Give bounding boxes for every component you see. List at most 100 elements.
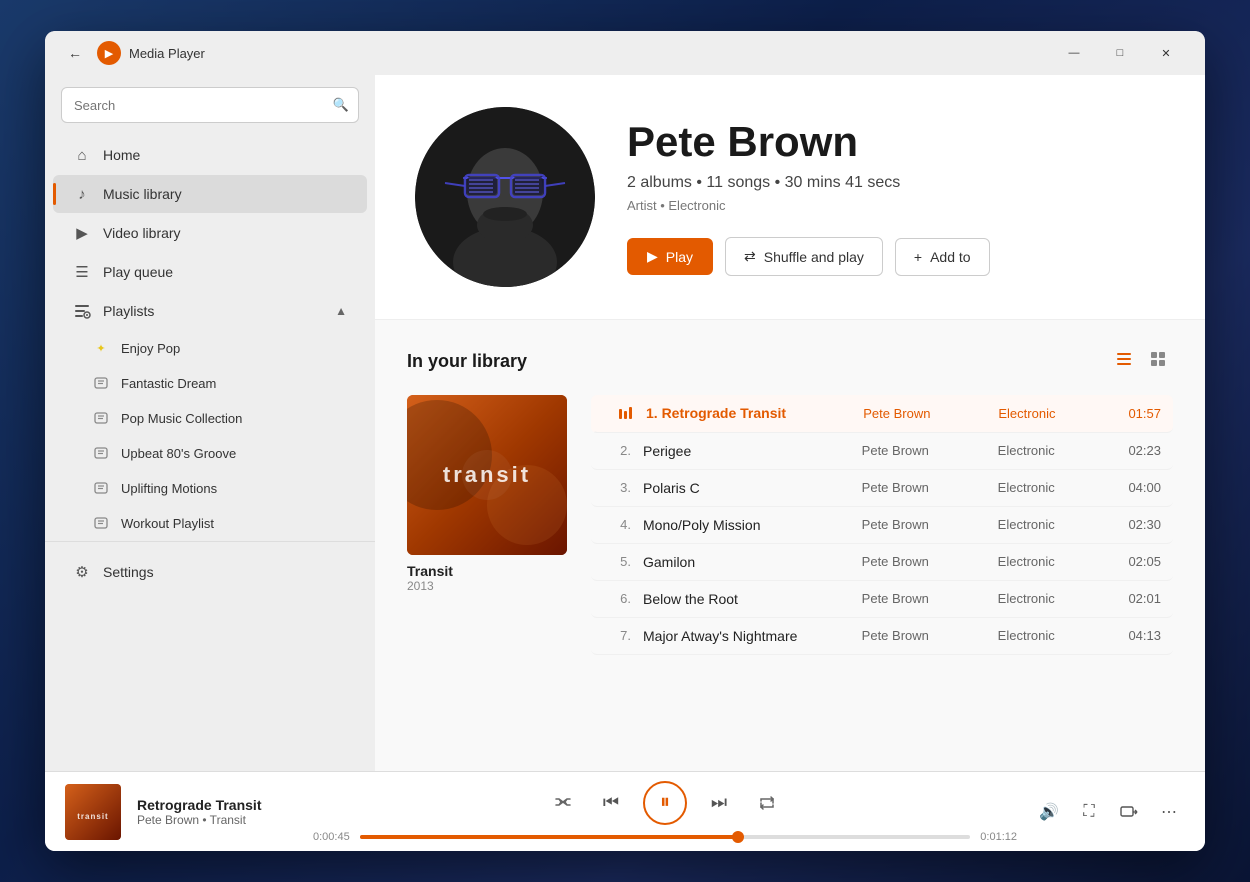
- svg-text:transit: transit: [77, 812, 108, 821]
- sidebar-item-uplifting-label: Uplifting Motions: [121, 481, 217, 496]
- sidebar-item-play-queue[interactable]: ☰ Play queue: [53, 253, 367, 291]
- now-playing-title: Retrograde Transit: [137, 797, 297, 813]
- table-row[interactable]: 1. Retrograde Transit Pete Brown Electro…: [591, 395, 1173, 433]
- sidebar-item-enjoy-pop[interactable]: ✦ Enjoy Pop: [73, 331, 367, 365]
- repeat-icon: [758, 794, 776, 812]
- repeat-button[interactable]: [751, 787, 783, 819]
- playlist-item-icon-4: [93, 445, 109, 461]
- sidebar-item-queue-label: Play queue: [103, 264, 347, 280]
- playlist-item-icon-2: [93, 375, 109, 391]
- playlist-item-icon: ✦: [93, 340, 109, 356]
- settings-section: ⚙ Settings: [45, 541, 375, 602]
- view-controls: [1109, 344, 1173, 379]
- fullscreen-button[interactable]: ⛶: [1073, 796, 1105, 828]
- sidebar-item-fantastic-dream-label: Fantastic Dream: [121, 376, 216, 391]
- track-duration: 04:00: [1113, 480, 1161, 495]
- track-artist: Pete Brown: [862, 517, 986, 532]
- player-extras: 🔊 ⛶ ⋯: [1033, 796, 1185, 828]
- sidebar-item-pop-music-label: Pop Music Collection: [121, 411, 242, 426]
- cast-button[interactable]: [1113, 796, 1145, 828]
- grid-view-button[interactable]: [1143, 344, 1173, 379]
- track-duration: 02:23: [1113, 443, 1161, 458]
- app-title: Media Player: [129, 46, 205, 61]
- previous-button[interactable]: ⏮: [595, 787, 627, 819]
- next-button[interactable]: ⏭: [703, 787, 735, 819]
- chevron-up-icon: ▲: [335, 304, 347, 318]
- playlist-item-icon-3: [93, 410, 109, 426]
- volume-icon: 🔊: [1039, 802, 1059, 822]
- artist-header: Pete Brown 2 albums • 11 songs • 30 mins…: [375, 75, 1205, 320]
- sidebar-item-workout[interactable]: Workout Playlist: [73, 506, 367, 540]
- track-genre: Electronic: [998, 628, 1101, 643]
- minimize-button[interactable]: —: [1051, 37, 1097, 69]
- more-options-button[interactable]: ⋯: [1153, 796, 1185, 828]
- shuffle-ctrl-icon: [554, 794, 572, 812]
- track-name: Perigee: [643, 443, 850, 459]
- track-num: 2.: [603, 443, 631, 458]
- shuffle-ctrl-button[interactable]: [547, 787, 579, 819]
- table-row[interactable]: 5. Gamilon Pete Brown Electronic 02:05: [591, 544, 1173, 581]
- artist-image: [415, 107, 595, 287]
- volume-button[interactable]: 🔊: [1033, 796, 1065, 828]
- grid-view-icon: [1149, 350, 1167, 373]
- table-row[interactable]: 6. Below the Root Pete Brown Electronic …: [591, 581, 1173, 618]
- now-playing-bar: transit Retrograde Transit Pete Brown • …: [45, 771, 1205, 851]
- now-playing-artist: Pete Brown • Transit: [137, 813, 297, 827]
- list-view-button[interactable]: [1109, 344, 1139, 379]
- table-row[interactable]: 4. Mono/Poly Mission Pete Brown Electron…: [591, 507, 1173, 544]
- queue-icon: ☰: [73, 263, 91, 281]
- more-options-icon: ⋯: [1161, 802, 1177, 822]
- pause-button[interactable]: ⏸: [643, 781, 687, 825]
- track-artist: Pete Brown: [863, 406, 986, 421]
- sidebar-item-video-library[interactable]: ▶ Video library: [53, 214, 367, 252]
- cast-icon: [1120, 803, 1138, 821]
- artist-meta: 2 albums • 11 songs • 30 mins 41 secs: [627, 174, 1165, 192]
- track-name: 1. Retrograde Transit: [646, 405, 851, 421]
- progress-track[interactable]: [360, 835, 971, 839]
- track-artist: Pete Brown: [862, 628, 986, 643]
- sidebar-item-workout-label: Workout Playlist: [121, 516, 214, 531]
- add-icon: +: [914, 249, 922, 265]
- track-num: 5.: [603, 554, 631, 569]
- track-genre: Electronic: [998, 517, 1101, 532]
- table-row[interactable]: 7. Major Atway's Nightmare Pete Brown El…: [591, 618, 1173, 655]
- play-button[interactable]: ▶ Play: [627, 238, 713, 275]
- table-row[interactable]: 2. Perigee Pete Brown Electronic 02:23: [591, 433, 1173, 470]
- add-to-button[interactable]: + Add to: [895, 238, 990, 276]
- content-area: Pete Brown 2 albums • 11 songs • 30 mins…: [375, 75, 1205, 771]
- track-genre: Electronic: [998, 443, 1101, 458]
- sidebar-item-upbeat[interactable]: Upbeat 80's Groove: [73, 436, 367, 470]
- sidebar-nav: ⌂ Home ♪ Music library ▶ Video library ☰…: [45, 135, 375, 771]
- settings-icon: ⚙: [73, 563, 91, 581]
- sidebar-item-settings[interactable]: ⚙ Settings: [53, 553, 367, 591]
- table-row[interactable]: 3. Polaris C Pete Brown Electronic 04:00: [591, 470, 1173, 507]
- artist-actions: ▶ Play ⇄ Shuffle and play + Add to: [627, 237, 1165, 276]
- track-duration: 02:01: [1113, 591, 1161, 606]
- shuffle-button[interactable]: ⇄ Shuffle and play: [725, 237, 883, 276]
- sidebar-item-fantastic-dream[interactable]: Fantastic Dream: [73, 366, 367, 400]
- search-container: 🔍: [61, 87, 359, 123]
- sidebar: 🔍 ⌂ Home ♪ Music library ▶ Video library…: [45, 75, 375, 771]
- maximize-button[interactable]: □: [1097, 37, 1143, 69]
- track-num: 7.: [603, 628, 631, 643]
- close-button[interactable]: ✕: [1143, 37, 1189, 69]
- playlists-section-header[interactable]: Playlists ▲: [53, 292, 367, 330]
- track-artist: Pete Brown: [862, 554, 986, 569]
- artist-genre: Artist • Electronic: [627, 198, 1165, 213]
- sidebar-item-home[interactable]: ⌂ Home: [53, 136, 367, 174]
- playlists-header-label: Playlists: [103, 303, 323, 319]
- track-genre: Electronic: [998, 406, 1101, 421]
- track-artist: Pete Brown: [862, 480, 986, 495]
- back-button[interactable]: ←: [61, 39, 89, 67]
- artist-name: Pete Brown: [627, 118, 1165, 166]
- sidebar-item-music-library[interactable]: ♪ Music library: [53, 175, 367, 213]
- track-num: 6.: [603, 591, 631, 606]
- sidebar-item-pop-music[interactable]: Pop Music Collection: [73, 401, 367, 435]
- settings-label: Settings: [103, 564, 347, 580]
- track-genre: Electronic: [998, 554, 1101, 569]
- search-input[interactable]: [61, 87, 359, 123]
- progress-bar-wrapper: 0:00:45 0:01:12: [313, 831, 1017, 843]
- sidebar-item-uplifting[interactable]: Uplifting Motions: [73, 471, 367, 505]
- now-playing-info: Retrograde Transit Pete Brown • Transit: [137, 797, 297, 827]
- playlist-item-icon-5: [93, 480, 109, 496]
